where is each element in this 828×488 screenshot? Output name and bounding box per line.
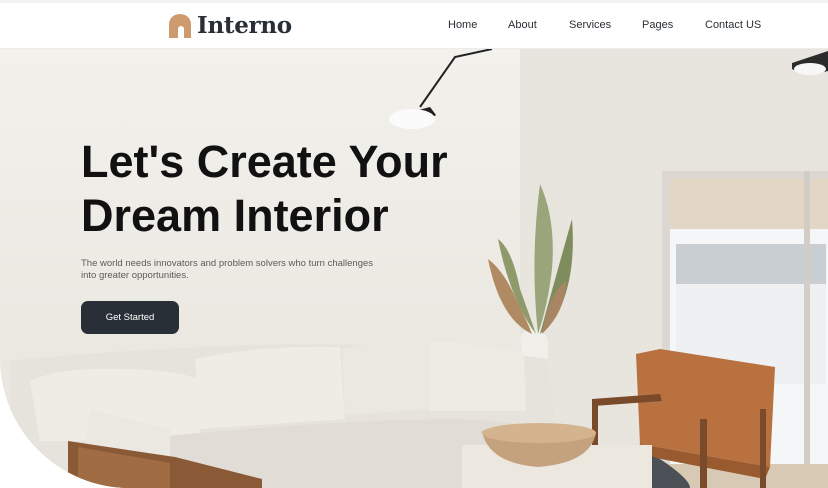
site-header: Interno Home About Services Pages Contac… [0, 3, 828, 49]
hero-headline: Let's Create Your Dream Interior [81, 135, 501, 243]
nav-home[interactable]: Home [448, 19, 477, 31]
get-started-button[interactable]: Get Started [81, 301, 179, 334]
hero-section: Let's Create Your Dream Interior The wor… [0, 49, 828, 488]
headline-line-2: Dream Interior [81, 190, 389, 241]
nav-contact[interactable]: Contact US [705, 19, 761, 31]
nav-services[interactable]: Services [569, 19, 611, 31]
nav-about[interactable]: About [508, 19, 537, 31]
nav-pages[interactable]: Pages [642, 19, 673, 31]
main-nav: Home About Services Pages Contact US [0, 3, 828, 48]
headline-line-1: Let's Create Your [81, 136, 448, 187]
hero-subtext: The world needs innovators and problem s… [81, 258, 374, 281]
